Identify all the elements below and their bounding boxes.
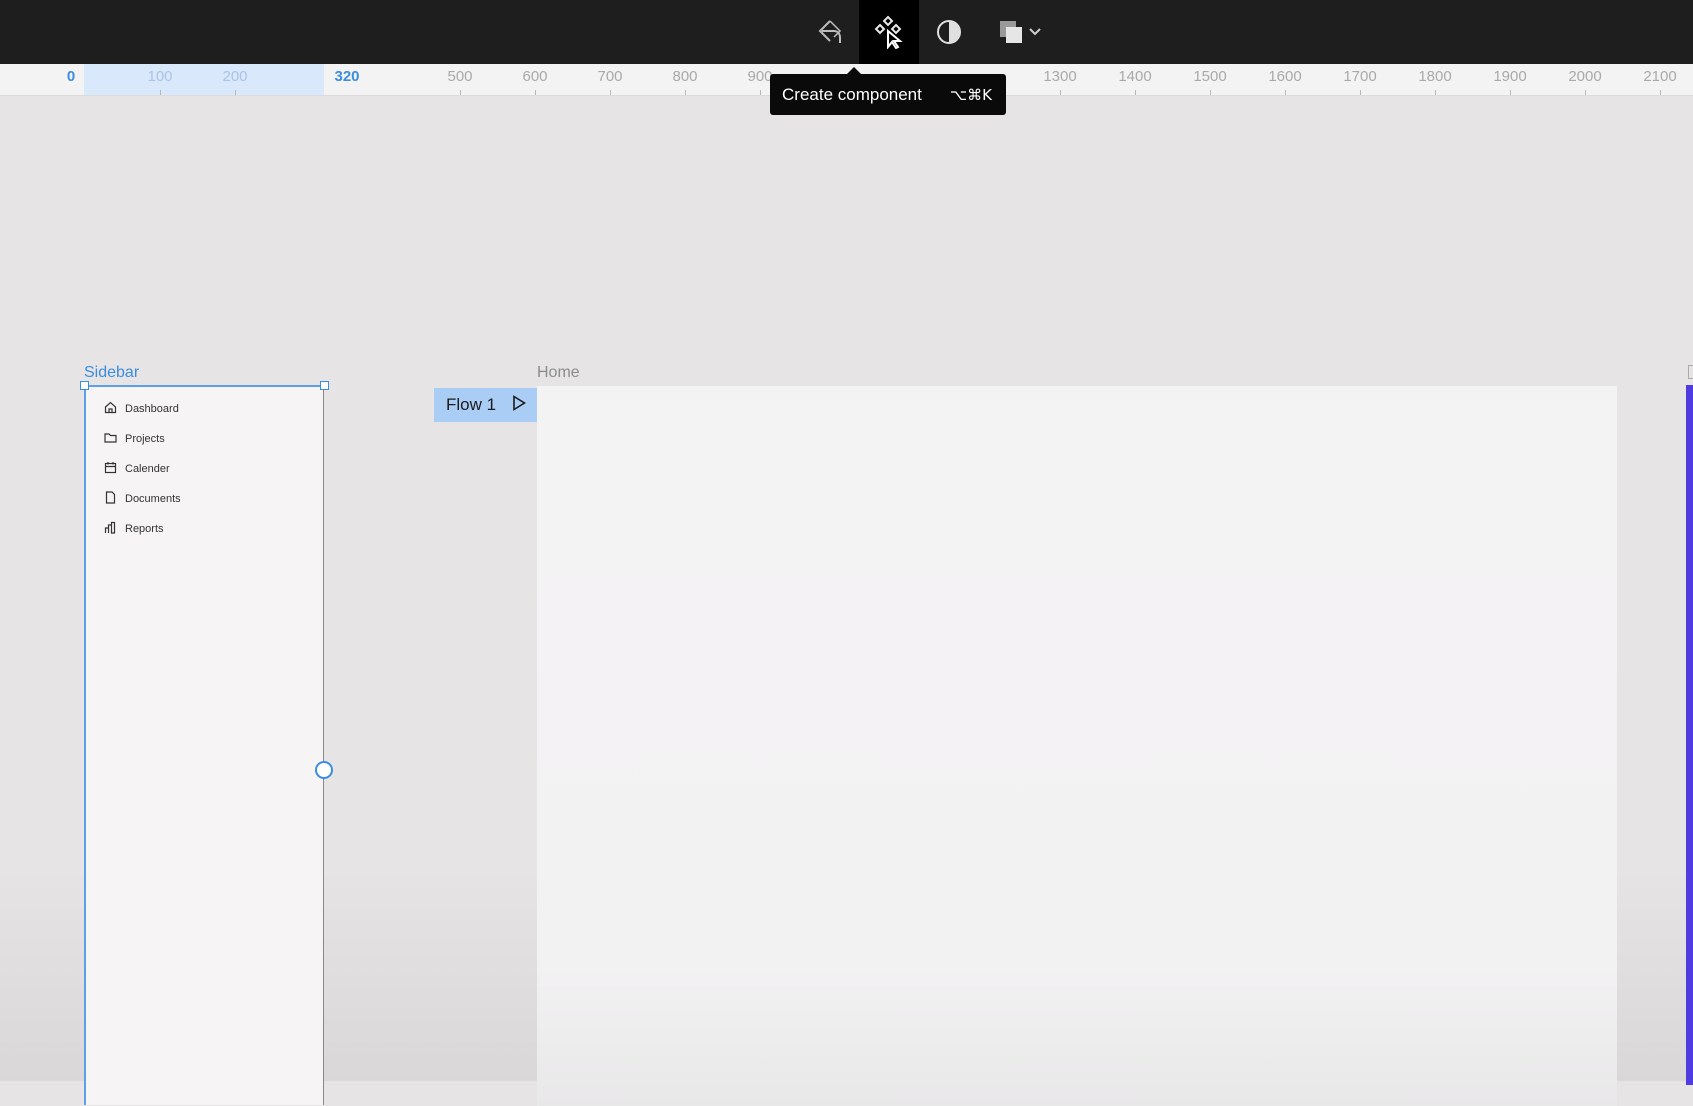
ruler-tick [1510,90,1511,95]
ruler-label: 1900 [1493,68,1527,85]
navigate-back-icon [816,18,844,46]
ruler-label: 1300 [1043,68,1077,85]
ruler-selection-start: 0 [66,68,76,85]
home-frame[interactable] [537,386,1617,1106]
ruler-tick [1435,90,1436,95]
ruler-tick [1360,90,1361,95]
sidebar-item-label: Calender [125,463,170,475]
chevron-down-icon [1029,28,1041,36]
home-icon [104,401,125,417]
ruler-selection-end: 320 [334,68,360,85]
home-frame-label[interactable]: Home [537,364,580,382]
ruler-tick [610,90,611,95]
create-component-button[interactable] [859,0,919,64]
tooltip-shortcut: ⌥⌘K [949,85,992,104]
contrast-icon [936,19,962,45]
create-component-icon [874,15,904,49]
ruler-label: 700 [597,68,623,85]
ruler-label: 2100 [1643,68,1677,85]
sidebar-item-reports[interactable]: Reports [104,519,164,539]
ruler-label: 1800 [1418,68,1452,85]
resize-handle-top-right[interactable] [320,381,329,390]
resize-handle-top-left[interactable] [80,381,89,390]
flow-starting-point-tag[interactable]: Flow 1 [434,388,537,422]
contrast-toggle-button[interactable] [919,0,979,64]
flow-label: Flow 1 [446,395,497,414]
play-icon[interactable] [496,394,527,416]
calendar-icon [104,461,125,477]
tooltip-label: Create component [782,84,922,104]
sidebar-item-label: Reports [125,523,164,535]
document-icon [104,491,125,507]
ruler-tick [760,90,761,95]
offscreen-frame-edge[interactable] [1686,385,1693,1085]
sidebar-frame-label[interactable]: Sidebar [84,364,139,382]
top-toolbar [0,0,1693,64]
sidebar-item-dashboard[interactable]: Dashboard [104,399,179,419]
ruler-tick [160,90,161,95]
bar-chart-icon [104,521,125,537]
ruler-tick [460,90,461,95]
create-component-tooltip: Create component ⌥⌘K [770,67,1006,115]
ruler-label: 800 [672,68,698,85]
ruler-label: 1700 [1343,68,1377,85]
sidebar-item-calender[interactable]: Calender [104,459,170,479]
ruler-tick [235,90,236,95]
sidebar-item-documents[interactable]: Documents [104,489,181,509]
ruler-label: 1600 [1268,68,1302,85]
sidebar-frame[interactable]: Dashboard Projects Calender Documents Re… [84,385,324,1105]
sidebar-item-label: Dashboard [125,403,179,415]
ruler-label: 1400 [1118,68,1152,85]
sidebar-item-label: Documents [125,493,181,505]
ruler-label: 2000 [1568,68,1602,85]
ruler-selection-range [84,64,324,95]
ruler-label: 200 [222,68,248,85]
sidebar-item-label: Projects [125,433,165,445]
folder-icon [104,431,125,447]
ruler-tick [1135,90,1136,95]
ruler-tick [1210,90,1211,95]
navigate-back-button[interactable] [800,0,860,64]
ruler-tick [1060,90,1061,95]
ruler-label: 1500 [1193,68,1227,85]
offscreen-frame-label-stub [1688,365,1693,379]
ruler-label: 600 [522,68,548,85]
corner-radius-handle[interactable] [315,761,333,779]
ruler-tick [535,90,536,95]
ruler-label: 100 [147,68,173,85]
ruler-label: 500 [447,68,473,85]
sidebar-item-projects[interactable]: Projects [104,429,165,449]
ruler-tick [1660,90,1661,95]
ruler-label: 900 [747,68,773,85]
ruler-tick [685,90,686,95]
ruler-tick [1285,90,1286,95]
ruler-tick [1585,90,1586,95]
layers-dropdown-button[interactable] [990,0,1050,64]
